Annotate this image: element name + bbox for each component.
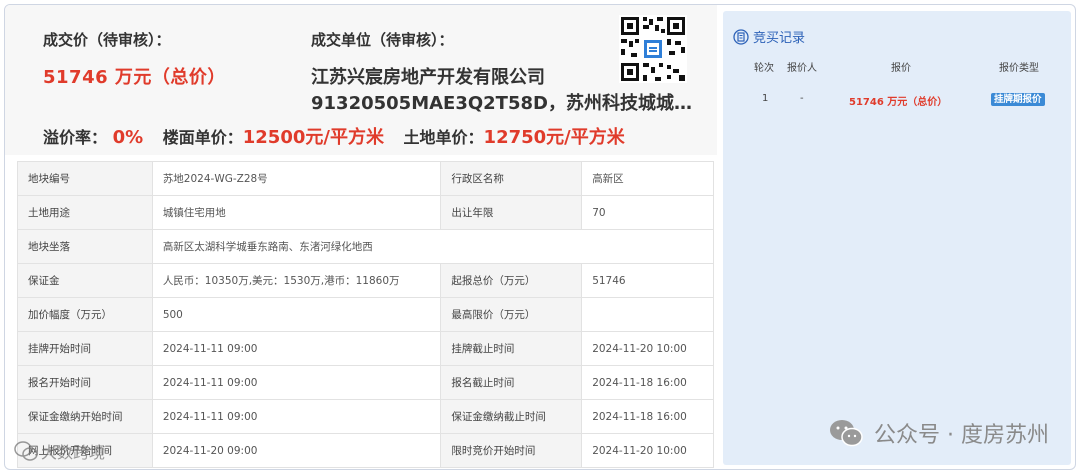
- table-row: 加价幅度（万元） 500 最高限价（万元）: [18, 298, 714, 332]
- table-value: 高新区: [582, 162, 714, 196]
- floor-price-label: 楼面单价：: [162, 128, 243, 147]
- table-row: 地块编号 苏地2024-WG-Z28号 行政区名称 高新区: [18, 162, 714, 196]
- table-value: 2024-11-11 09:00: [152, 400, 442, 434]
- table-key: 报名截止时间: [441, 366, 583, 400]
- floor-price-value: 12500元/平方米: [242, 127, 384, 148]
- table-key: 保证金缴纳开始时间: [18, 400, 153, 434]
- table-row: 保证金缴纳开始时间 2024-11-11 09:00 保证金缴纳截止时间 202…: [18, 400, 714, 434]
- bid-record-title: 竞买记录: [733, 27, 805, 46]
- bid-type-badge: 挂牌期报价: [991, 93, 1045, 106]
- table-value: 70: [582, 196, 714, 230]
- company-credit-code: 91320505MAE3Q2T58D，苏州科技城城乡...: [311, 93, 707, 114]
- table-key: 土地用途: [18, 196, 153, 230]
- table-value: 2024-11-18 16:00: [582, 366, 714, 400]
- table-value: 人民币：10350万,美元：1530万,港币：11860万: [152, 264, 442, 298]
- wechat-icon: [14, 441, 38, 461]
- table-key: 保证金缴纳截止时间: [441, 400, 583, 434]
- table-row: 挂牌开始时间 2024-11-11 09:00 挂牌截止时间 2024-11-2…: [18, 332, 714, 366]
- table-key: 加价幅度（万元）: [18, 298, 153, 332]
- bid-record-title-text: 竞买记录: [753, 31, 806, 46]
- table-key: 挂牌截止时间: [441, 332, 583, 366]
- table-key: 地块坐落: [18, 230, 153, 264]
- table-value: [582, 298, 714, 332]
- table-value: 2024-11-20 10:00: [582, 332, 714, 366]
- land-price-label: 土地单价：: [403, 128, 484, 147]
- col-header-round: 轮次: [754, 63, 774, 74]
- record-icon: [733, 28, 749, 45]
- table-row: 报名开始时间 2024-11-11 09:00 报名截止时间 2024-11-1…: [18, 366, 714, 400]
- table-row: 网上报价开始时间 2024-11-20 09:00 限时竞价开始时间 2024-…: [18, 434, 714, 468]
- premium-rate-label: 溢价率：: [43, 128, 108, 147]
- deal-price-value: 51746 万元（总价）: [43, 67, 226, 88]
- bid-record-panel: 竞买记录 轮次 报价人 报价 报价类型 1 - 51746 万元（总价） 挂牌期…: [723, 11, 1071, 465]
- table-key: 起报总价（万元）: [441, 264, 583, 298]
- company-name: 江苏兴宸房地产开发有限公司: [311, 67, 545, 88]
- table-value: 2024-11-18 16:00: [582, 400, 714, 434]
- table-value: 城镇住宅用地: [152, 196, 442, 230]
- table-value: 500: [152, 298, 442, 332]
- bid-bidder: -: [800, 93, 804, 104]
- table-key: 地块编号: [18, 162, 153, 196]
- deal-unit-label: 成交单位（待审核）：: [311, 31, 454, 49]
- table-value: 2024-11-11 09:00: [152, 332, 442, 366]
- table-key: 限时竞价开始时间: [441, 434, 583, 468]
- wechat-account-name: 公众号 · 度房苏州: [874, 423, 1049, 448]
- land-price-value: 12750元/平方米: [483, 127, 625, 148]
- table-key: 报名开始时间: [18, 366, 153, 400]
- bid-round: 1: [762, 93, 769, 104]
- premium-rate-value: 0%: [112, 127, 144, 148]
- qr-code-icon: [619, 15, 687, 83]
- col-header-bidder: 报价人: [787, 63, 817, 74]
- table-row: 地块坐落 高新区太湖科学城垂东路南、东渚河绿化地西: [18, 230, 714, 264]
- price-metrics-line: 溢价率： 0% 楼面单价：12500元/平方米 土地单价：12750元/平方米: [43, 123, 625, 149]
- table-key: 挂牌开始时间: [18, 332, 153, 366]
- col-header-type: 报价类型: [999, 63, 1039, 74]
- deal-summary: 成交价（待审核）： 51746 万元（总价） 成交单位（待审核）： 江苏兴宸房地…: [5, 5, 717, 155]
- table-value: 51746: [582, 264, 714, 298]
- table-value: 2024-11-20 09:00: [152, 434, 442, 468]
- table-row: 保证金 人民币：10350万,美元：1530万,港币：11860万 起报总价（万…: [18, 264, 714, 298]
- deal-price-label: 成交价（待审核）：: [43, 31, 171, 49]
- land-info-table: 地块编号 苏地2024-WG-Z28号 行政区名称 高新区 土地用途 城镇住宅用…: [17, 161, 714, 468]
- table-value: 苏地2024-WG-Z28号: [152, 162, 442, 196]
- table-key: 保证金: [18, 264, 153, 298]
- col-header-price: 报价: [891, 63, 911, 74]
- secondary-watermark-text: 大数跨境: [41, 443, 106, 462]
- table-key: 最高限价（万元）: [441, 298, 583, 332]
- table-row: 土地用途 城镇住宅用地 出让年限 70: [18, 196, 714, 230]
- land-auction-page: 成交价（待审核）： 51746 万元（总价） 成交单位（待审核）： 江苏兴宸房地…: [4, 4, 1076, 470]
- table-value: 高新区太湖科学城垂东路南、东渚河绿化地西: [152, 230, 714, 264]
- table-value: 2024-11-11 09:00: [152, 366, 442, 400]
- table-key: 出让年限: [441, 196, 583, 230]
- secondary-watermark: 大数跨境: [13, 439, 105, 463]
- table-value: 2024-11-20 10:00: [582, 434, 714, 468]
- wechat-icon: [830, 420, 863, 447]
- table-key: 行政区名称: [441, 162, 583, 196]
- wechat-watermark: 公众号 · 度房苏州: [828, 417, 1049, 449]
- bid-price: 51746 万元（总价）: [849, 97, 948, 108]
